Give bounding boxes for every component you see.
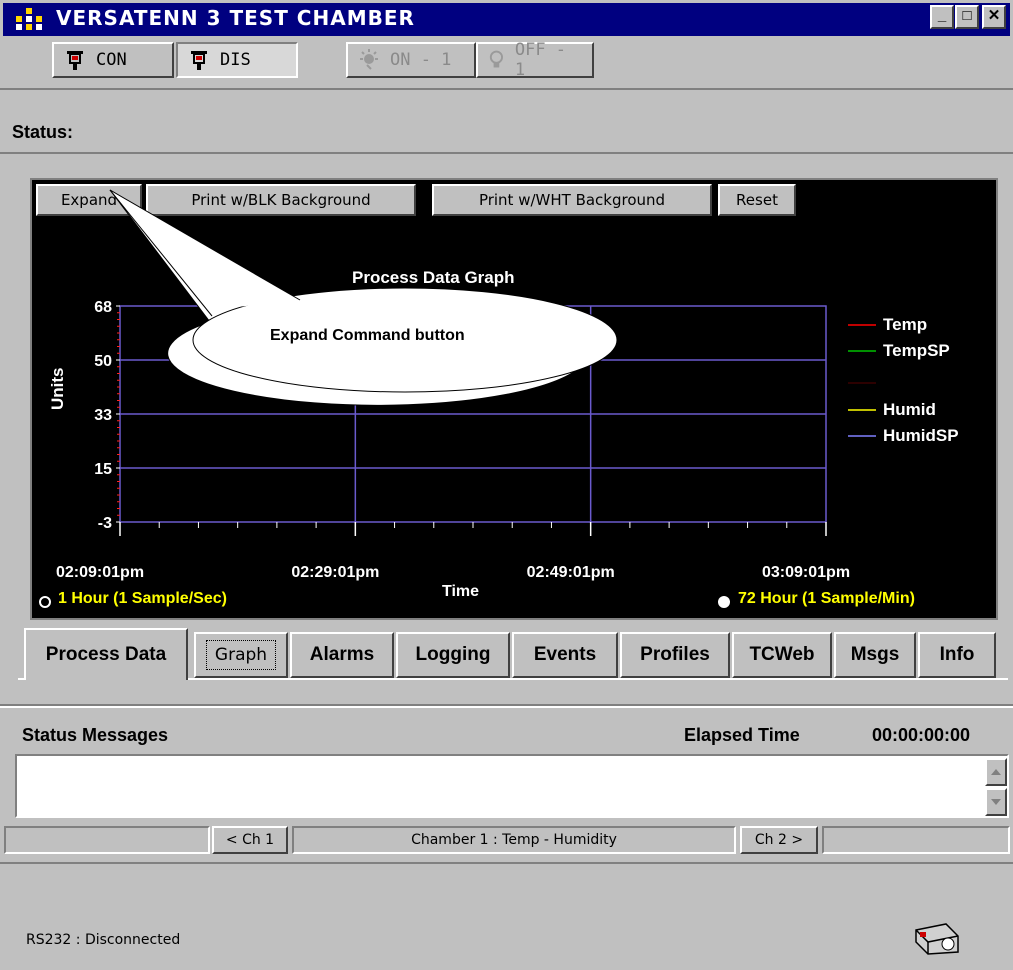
tab-graph-label: Graph <box>205 640 277 670</box>
tab-events[interactable]: Events <box>512 632 618 678</box>
tab-graph[interactable]: Graph <box>194 632 288 678</box>
legend-label: Temp <box>883 315 927 334</box>
radio-1-hour[interactable] <box>39 596 51 608</box>
radio-1-hour-label[interactable]: 1 Hour (1 Sample/Sec) <box>58 590 227 608</box>
tab-msgs[interactable]: Msgs <box>834 632 916 678</box>
callout-pointer <box>110 190 300 310</box>
tab-process-data[interactable]: Process Data <box>24 628 188 680</box>
chamber-name-display: Chamber 1 : Temp - Humidity <box>292 826 736 854</box>
y-tick-label: 68 <box>94 299 112 316</box>
arrow-down-icon <box>991 799 1001 805</box>
radio-72-hour[interactable] <box>718 596 730 608</box>
next-channel-button[interactable]: Ch 2 > <box>740 826 818 854</box>
y-tick-label: 15 <box>94 461 112 478</box>
legend-label: Humid <box>883 400 936 419</box>
elapsed-time-label: Elapsed Time <box>684 725 800 745</box>
arrow-up-icon <box>991 769 1001 775</box>
x-axis-label: Time <box>442 583 480 600</box>
legend-label: HumidSP <box>883 426 959 445</box>
y-tick-label: 33 <box>94 407 112 424</box>
tab-logging[interactable]: Logging <box>396 632 510 678</box>
scroll-down-button[interactable] <box>985 788 1007 816</box>
y-tick-label: 50 <box>94 353 112 370</box>
y-axis-label: Units <box>48 367 67 411</box>
legend-label: TempSP <box>883 341 950 360</box>
tab-alarms[interactable]: Alarms <box>290 632 394 678</box>
x-tick-label: 03:09:01pm <box>762 564 850 581</box>
chart-title: Process Data Graph <box>352 268 515 287</box>
process-data-chart: 68 50 33 15 -3 02:09:01pm 02:29:01pm 02:49:01pm… <box>56 189 959 581</box>
tab-info[interactable]: Info <box>918 632 996 678</box>
channel-bar-left-segment <box>4 826 210 854</box>
chart-legend: Temp TempSP Humid HumidSP <box>848 315 959 445</box>
radio-72-hour-label[interactable]: 72 Hour (1 Sample/Min) <box>738 590 915 608</box>
scroll-up-button[interactable] <box>985 758 1007 786</box>
status-messages-label: Status Messages <box>22 725 169 745</box>
connection-status: RS232 : Disconnected <box>26 932 181 948</box>
serial-connector-icon <box>915 923 959 955</box>
x-tick-label: 02:49:01pm <box>527 564 615 581</box>
separator <box>0 862 1013 864</box>
x-tick-label: 02:09:01pm <box>56 564 144 581</box>
separator <box>0 706 1013 708</box>
y-tick-label: -3 <box>98 515 112 532</box>
callout-text: Expand Command button <box>270 327 465 344</box>
channel-bar-right-segment <box>822 826 1010 854</box>
tab-profiles[interactable]: Profiles <box>620 632 730 678</box>
x-tick-label: 02:29:01pm <box>291 564 379 581</box>
status-messages-box[interactable] <box>15 754 1009 818</box>
previous-channel-button[interactable]: < Ch 1 <box>212 826 288 854</box>
elapsed-time-value: 00:00:00:00 <box>872 725 971 745</box>
tab-tcweb[interactable]: TCWeb <box>732 632 832 678</box>
